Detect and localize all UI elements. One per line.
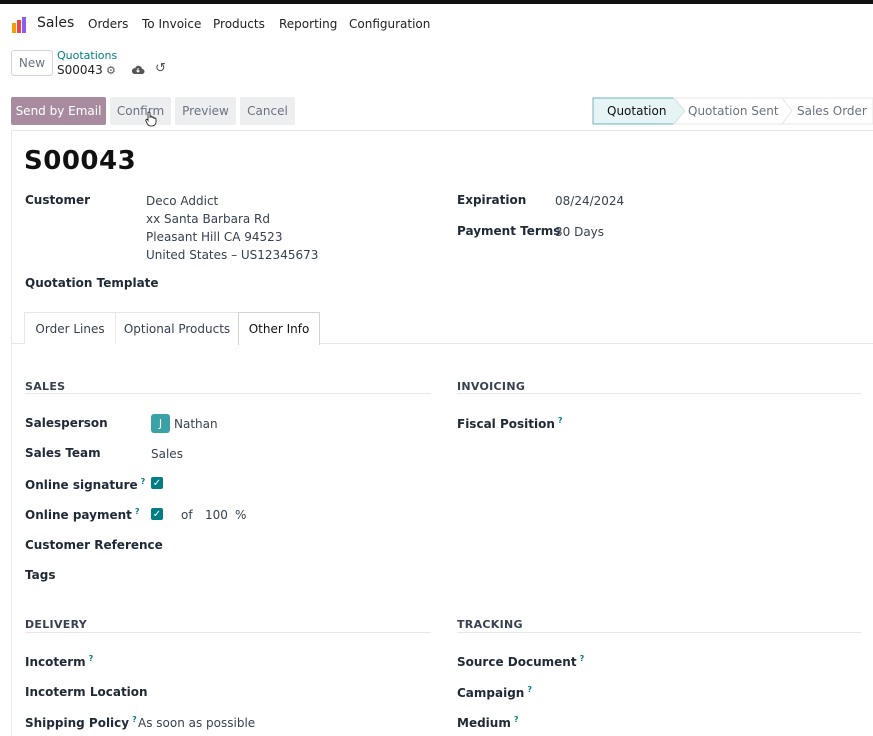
help-tooltip-icon[interactable]: ? (89, 654, 94, 663)
menu-reporting[interactable]: Reporting (279, 17, 337, 31)
incoterm-label: Incoterm? (25, 654, 93, 669)
sales-section-heading: SALES (25, 380, 66, 393)
navbar: Sales Orders To Invoice Products Reporti… (0, 4, 873, 44)
campaign-text: Campaign (457, 686, 525, 700)
new-button[interactable]: New (11, 50, 53, 76)
delivery-section-heading: DELIVERY (25, 618, 88, 631)
incoterm-text: Incoterm (25, 655, 86, 669)
fiscal-position-label: Fiscal Position? (457, 416, 563, 431)
expiration-field[interactable]: 08/24/2024 (555, 194, 624, 208)
cloud-save-icon[interactable] (131, 64, 145, 76)
customer-name[interactable]: Deco Addict (146, 194, 218, 208)
confirm-button[interactable]: Confirm (110, 97, 171, 125)
help-tooltip-icon[interactable]: ? (580, 654, 585, 663)
avatar: J (151, 414, 170, 433)
medium-label: Medium? (457, 715, 518, 730)
discard-icon[interactable]: ↺ (155, 61, 166, 76)
campaign-label: Campaign? (457, 685, 532, 700)
preview-button[interactable]: Preview (175, 97, 236, 125)
customer-address-line3: United States – US12345673 (146, 248, 319, 262)
help-tooltip-icon[interactable]: ? (558, 416, 563, 425)
salesperson-label: Salesperson (25, 416, 108, 430)
tags-label: Tags (25, 568, 56, 582)
tracking-section-heading: TRACKING (457, 618, 523, 631)
help-tooltip-icon[interactable]: ? (141, 477, 146, 486)
help-tooltip-icon[interactable]: ? (527, 685, 532, 694)
control-panel: New Quotations S00043 ⚙ ↺ (0, 44, 873, 94)
delivery-section-rule (25, 632, 431, 633)
online-signature-label: Online signature? (25, 477, 145, 492)
customer-address-line1: xx Santa Barbara Rd (146, 212, 271, 226)
source-document-text: Source Document (457, 655, 577, 669)
gear-icon[interactable]: ⚙ (106, 64, 116, 77)
tracking-section-rule (457, 632, 861, 633)
invoicing-section-rule (457, 393, 861, 394)
breadcrumb-current: S00043 (57, 63, 103, 77)
invoicing-section-heading: INVOICING (457, 380, 526, 393)
source-document-label: Source Document? (457, 654, 584, 669)
help-tooltip-icon[interactable]: ? (132, 715, 137, 724)
record-title: S00043 (24, 146, 137, 176)
salesperson-field[interactable]: Nathan (174, 417, 218, 431)
breadcrumb-quotations[interactable]: Quotations (57, 49, 117, 62)
menu-to-invoice[interactable]: To Invoice (142, 17, 201, 31)
menu-orders[interactable]: Orders (88, 17, 128, 31)
help-tooltip-icon[interactable]: ? (135, 507, 140, 516)
status-bar: Quotation Quotation Sent Sales Order (592, 97, 873, 125)
tab-optional-products[interactable]: Optional Products (115, 312, 239, 344)
customer-label: Customer (25, 193, 91, 207)
tab-order-lines[interactable]: Order Lines (24, 312, 115, 344)
payment-terms-field[interactable]: 30 Days (555, 225, 604, 239)
online-signature-checkbox[interactable]: ✓ (151, 477, 163, 489)
hand-cursor-icon (145, 111, 157, 127)
incoterm-location-label: Incoterm Location (25, 685, 148, 699)
fiscal-position-text: Fiscal Position (457, 417, 555, 431)
tab-other-info[interactable]: Other Info (238, 312, 320, 345)
customer-address-line2: Pleasant Hill CA 94523 (146, 230, 283, 244)
percent-sign: % (235, 508, 247, 522)
sales-team-label: Sales Team (25, 446, 101, 460)
app-name[interactable]: Sales (37, 15, 74, 31)
prepayment-percent-field[interactable]: 100 (205, 508, 228, 522)
payment-terms-label: Payment Terms (457, 224, 561, 238)
action-bar: Send by Email Confirm Preview Cancel Quo… (0, 97, 873, 127)
shipping-policy-label: Shipping Policy? (25, 715, 137, 730)
menu-products[interactable]: Products (213, 17, 265, 31)
online-payment-checkbox[interactable]: ✓ (151, 508, 163, 520)
online-signature-text: Online signature (25, 478, 138, 492)
of-text: of (181, 508, 193, 522)
sales-team-field[interactable]: Sales (151, 447, 183, 461)
medium-text: Medium (457, 716, 511, 730)
sales-section-rule (25, 393, 431, 394)
status-quotation[interactable]: Quotation (607, 97, 666, 125)
status-sales-order[interactable]: Sales Order (797, 97, 867, 125)
expiration-label: Expiration (457, 193, 527, 207)
status-quotation-sent[interactable]: Quotation Sent (688, 97, 779, 125)
cancel-button[interactable]: Cancel (240, 97, 295, 125)
shipping-policy-text: Shipping Policy (25, 716, 130, 730)
sales-app-icon[interactable] (11, 15, 30, 34)
online-payment-text: Online payment (25, 508, 132, 522)
help-tooltip-icon[interactable]: ? (514, 715, 519, 724)
shipping-policy-field[interactable]: As soon as possible (138, 716, 255, 730)
customer-reference-label: Customer Reference (25, 538, 163, 552)
menu-configuration[interactable]: Configuration (349, 17, 430, 31)
quotation-template-label: Quotation Template (25, 276, 159, 290)
online-payment-label: Online payment? (25, 507, 140, 522)
send-by-email-button[interactable]: Send by Email (11, 97, 106, 125)
form-sheet (11, 130, 873, 736)
